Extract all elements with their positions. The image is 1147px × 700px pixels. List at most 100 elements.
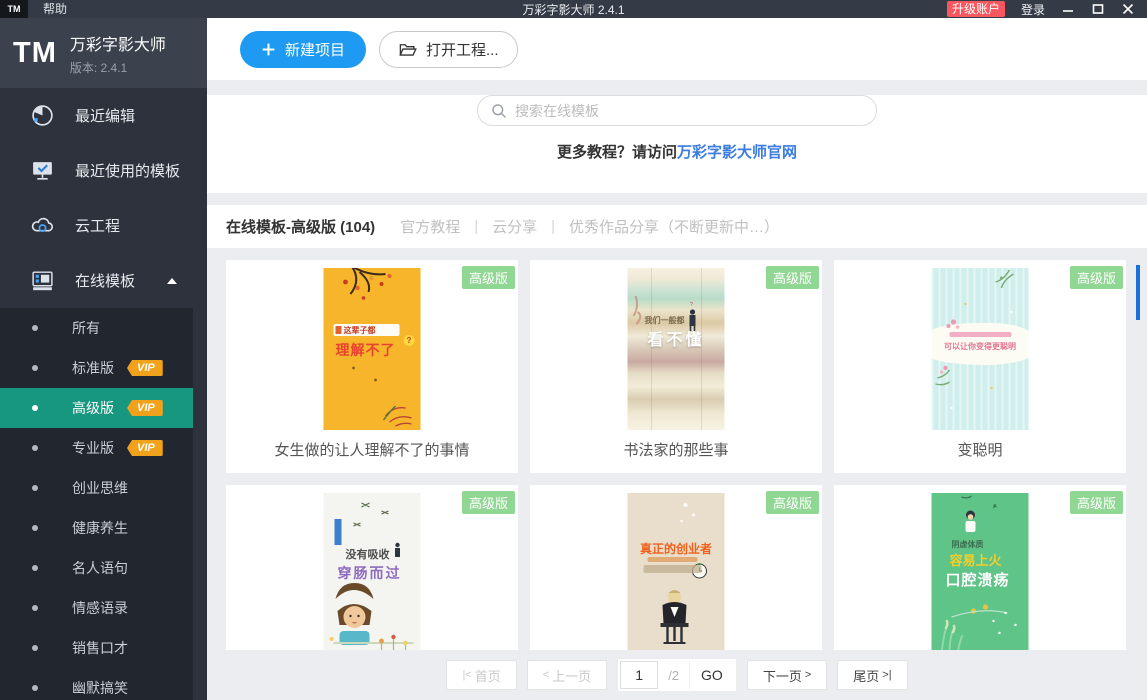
template-card[interactable]: 没有吸收 穿肠而过 高级版 (226, 485, 518, 654)
sidebar-item-online-templates[interactable]: 在线模板 (0, 253, 207, 308)
sidebar-item-label: 标准版 (72, 358, 114, 378)
main-content: 新建项目 打开工程... 更多教程？请访问万彩字影大师官网 在线模板-高级版 (… (207, 18, 1147, 700)
go-button[interactable]: GO (689, 661, 734, 689)
upgrade-account-button[interactable]: 升级账户 (947, 1, 1005, 17)
help-menu[interactable]: 帮助 (28, 0, 82, 18)
close-button[interactable] (1121, 2, 1135, 16)
next-page-button[interactable]: 下一页 > (747, 660, 827, 690)
official-site-link[interactable]: 万彩字影大师官网 (677, 144, 797, 161)
tab-separator: | (551, 218, 555, 235)
thumbnail-text: 容易上火 (950, 550, 1002, 569)
sidebar-header: TM 万彩字影大师 版本: 2.4.1 (0, 18, 207, 88)
first-page-icon: |< (462, 669, 471, 681)
tutorial-line: 更多教程？请访问万彩字影大师官网 (207, 141, 1147, 162)
maximize-button[interactable] (1091, 2, 1105, 16)
sidebar-item-label: 所有 (72, 318, 100, 338)
sidebar-item-label: 专业版 (72, 438, 114, 458)
pink-flower-decoration (932, 268, 1029, 430)
search-icon (491, 103, 507, 119)
template-card[interactable]: 阴虚体质 容易上火 口腔溃疡 高级版 (834, 485, 1126, 654)
svg-text:?: ? (690, 302, 693, 308)
sidebar-item-emotional-quotes[interactable]: 情感语录 (0, 588, 193, 628)
login-button[interactable]: 登录 (1021, 1, 1045, 18)
new-project-button[interactable]: 新建项目 (240, 31, 366, 68)
thumbnail-text: 理解不了 (324, 340, 408, 360)
vip-badge: VIP (127, 400, 163, 416)
vertical-scrollbar-thumb[interactable] (1136, 265, 1140, 320)
page-number-group: /2 GO (617, 658, 737, 692)
sidebar-item-humor[interactable]: 幽默搞笑 (0, 668, 193, 700)
sidebar-submenu: 所有 标准版 VIP 高级版 VIP 专业版 VIP (0, 308, 193, 700)
sidebar-item-startup-thinking[interactable]: 创业思维 (0, 468, 193, 508)
search-box[interactable] (477, 95, 877, 126)
tab-online-templates-advanced[interactable]: 在线模板-高级版 (104) (226, 216, 375, 237)
template-card[interactable]: 这辈子都 理解不了 ? 高级版 女生做的让人理解不了的事情 (226, 260, 518, 473)
edition-badge: 高级版 (1070, 266, 1123, 289)
thumbnail-small-text: 阴虚体质 (952, 539, 984, 550)
edition-badge: 高级版 (766, 266, 819, 289)
template-thumbnail: 这辈子都 理解不了 ? (324, 268, 421, 430)
prev-page-icon: < (543, 669, 549, 681)
sidebar-item-advanced[interactable]: 高级版 VIP (0, 388, 193, 428)
sidebar-item-professional[interactable]: 专业版 VIP (0, 428, 193, 468)
open-project-button[interactable]: 打开工程... (379, 31, 518, 68)
tab-bar: 在线模板-高级版 (104) 官方教程 | 云分享 | 优秀作品分享（不断更新中… (207, 205, 1147, 248)
template-card[interactable]: 真正的创业者 高级版 (530, 485, 822, 654)
template-thumbnail: 没有吸收 穿肠而过 (324, 493, 421, 654)
bullet-icon (32, 685, 38, 691)
last-page-icon: >| (882, 669, 891, 681)
title-bar: TM 帮助 万彩字影大师 2.4.1 升级账户 登录 (0, 0, 1147, 18)
app-logo: TM (13, 37, 57, 70)
thumbnail-text-line (644, 565, 702, 573)
sidebar-item-cloud-projects[interactable]: 云工程 (0, 198, 207, 253)
sidebar-item-label: 情感语录 (72, 598, 128, 618)
first-page-label: 首页 (475, 666, 501, 685)
tab-featured-works[interactable]: 优秀作品分享（不断更新中…） (569, 216, 779, 237)
lightbulb-icon: ? (404, 335, 415, 346)
next-page-label: 下一页 (763, 666, 802, 685)
tutorial-text: 更多教程？请访问 (557, 144, 677, 161)
template-card[interactable]: ? 我们一般都 看不懂 高级版 书法家的那些事 (530, 260, 822, 473)
thumbnail-tag: 这辈子都 (334, 324, 400, 336)
template-card[interactable]: 可以让你变得更聪明 高级版 变聪明 (834, 260, 1126, 473)
sidebar-item-standard[interactable]: 标准版 VIP (0, 348, 193, 388)
last-page-button[interactable]: 尾页 >| (837, 660, 907, 690)
sidebar-item-health[interactable]: 健康养生 (0, 508, 193, 548)
template-thumbnail: 可以让你变得更聪明 (932, 268, 1029, 430)
app-window: TM 帮助 万彩字影大师 2.4.1 升级账户 登录 TM 万彩字影大师 版本: (0, 0, 1147, 700)
template-icon (30, 268, 55, 293)
page-number-input[interactable] (620, 661, 658, 689)
toolbar: 新建项目 打开工程... (207, 18, 1147, 80)
template-thumbnail: 真正的创业者 (628, 493, 725, 654)
sidebar-item-label: 健康养生 (72, 518, 128, 538)
pagination-bar: |< 首页 < 上一页 /2 GO 下一页 > 尾页 (207, 650, 1147, 700)
monitor-check-icon (30, 158, 55, 183)
tab-official-tutorials[interactable]: 官方教程 (400, 216, 460, 237)
minimize-button[interactable] (1061, 2, 1075, 16)
bullet-icon (32, 325, 38, 331)
first-page-button[interactable]: |< 首页 (446, 660, 516, 690)
sidebar-item-recent-templates[interactable]: 最近使用的模板 (0, 143, 207, 198)
prev-page-button[interactable]: < 上一页 (527, 660, 607, 690)
clock-icon (30, 103, 55, 128)
bullet-icon (32, 485, 38, 491)
bullet-icon (32, 645, 38, 651)
edition-badge: 高级版 (1070, 491, 1123, 514)
last-page-label: 尾页 (853, 666, 879, 685)
sidebar-item-all[interactable]: 所有 (0, 308, 193, 348)
vip-badge: VIP (127, 360, 163, 376)
sidebar-item-famous-quotes[interactable]: 名人语句 (0, 548, 193, 588)
sidebar-item-label: 幽默搞笑 (72, 678, 128, 698)
folder-open-icon (398, 41, 417, 58)
sidebar-item-sales-skills[interactable]: 销售口才 (0, 628, 193, 668)
plus-icon (261, 42, 276, 57)
thumbnail-text: 口腔溃疡 (946, 569, 1010, 590)
template-grid: 这辈子都 理解不了 ? 高级版 女生做的让人理解不了的事情 (226, 260, 1126, 654)
tab-cloud-share[interactable]: 云分享 (492, 216, 537, 237)
app-version: 版本: 2.4.1 (70, 59, 166, 76)
app-icon[interactable]: TM (0, 0, 28, 18)
search-input[interactable] (515, 103, 876, 119)
building-icon (336, 326, 342, 334)
edition-badge: 高级版 (462, 266, 515, 289)
sidebar-item-recent-edits[interactable]: 最近编辑 (0, 88, 207, 143)
